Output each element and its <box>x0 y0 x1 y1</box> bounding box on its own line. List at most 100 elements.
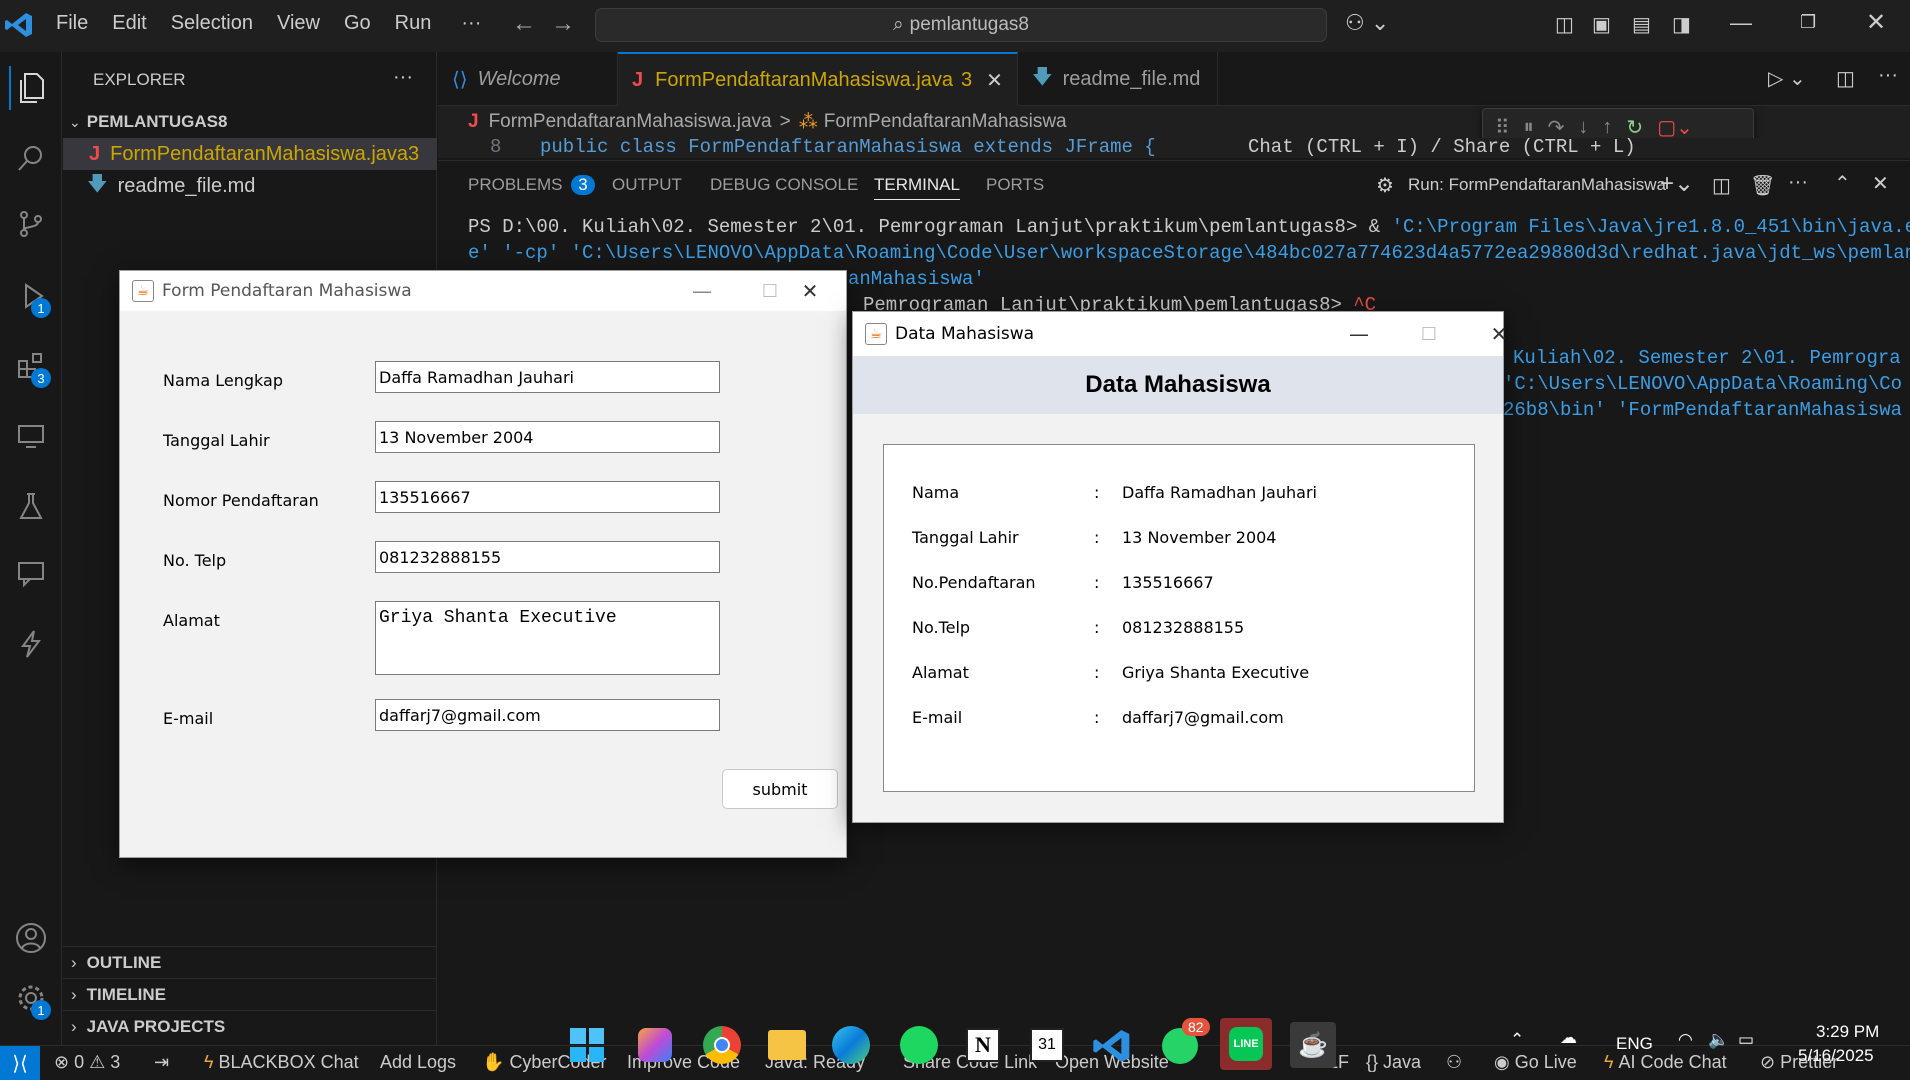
remote-explorer-icon[interactable] <box>9 414 53 458</box>
maximize-icon[interactable]: ☐ <box>1399 314 1459 354</box>
minimize-icon[interactable]: — <box>672 271 732 311</box>
file-explorer-icon[interactable] <box>768 1030 806 1060</box>
pause-icon[interactable]: ⏸ <box>1524 116 1534 139</box>
tab-problems[interactable]: PROBLEMS 3 <box>468 175 595 195</box>
volume-icon[interactable]: 🔈 <box>1708 1030 1729 1050</box>
settings-gear-icon[interactable]: 1 <box>9 976 53 1020</box>
terminal-run-label[interactable]: Run: FormPendaftaranMahasiswa <box>1408 175 1666 195</box>
account-icon[interactable] <box>9 916 53 960</box>
calendar-icon[interactable]: 31 <box>1030 1028 1064 1062</box>
menu-file[interactable]: File <box>44 12 100 35</box>
language-mode[interactable]: {} Java <box>1366 1052 1421 1073</box>
run-debug-icon[interactable]: 1 <box>9 274 53 318</box>
tab-debug-console[interactable]: DEBUG CONSOLE <box>710 175 858 195</box>
folder-pemlantugas8[interactable]: ⌄ PEMLANTUGAS8 <box>63 106 437 138</box>
split-terminal-icon[interactable]: ◫ <box>1712 173 1731 198</box>
clock-date[interactable]: 5/16/2025 <box>1798 1046 1874 1066</box>
input-tanggal-lahir[interactable]: 13 November 2004 <box>375 421 720 453</box>
debug-status-icon[interactable]: ⇥ <box>154 1052 169 1073</box>
menu-more[interactable]: ··· <box>449 12 493 35</box>
whatsapp-icon[interactable]: 82 <box>1162 1018 1210 1064</box>
source-control-icon[interactable] <box>9 202 53 246</box>
restart-icon[interactable]: ↻ <box>1626 115 1643 140</box>
file-readme[interactable]: 🡇 readme_file.md <box>63 170 437 202</box>
notion-icon[interactable]: N <box>966 1028 1000 1062</box>
toggle-sidebar-icon[interactable]: ▣ <box>1592 12 1611 37</box>
tab-form-java[interactable]: J FormPendaftaranMahasiswa.java 3 ✕ <box>618 52 1018 106</box>
forward-arrow-icon[interactable]: → <box>551 10 575 38</box>
extensions-icon[interactable]: 3 <box>9 344 53 388</box>
windows-start-icon[interactable] <box>570 1028 604 1062</box>
breadcrumb-symbol[interactable]: FormPendaftaranMahasiswa <box>824 111 1067 133</box>
split-editor-icon[interactable]: ◫ <box>1836 66 1855 91</box>
tab-output[interactable]: OUTPUT <box>612 175 682 195</box>
add-logs[interactable]: Add Logs <box>380 1052 456 1073</box>
run-icon[interactable]: ▷ ⌄ <box>1768 66 1806 91</box>
language-indicator[interactable]: ENG <box>1616 1034 1653 1054</box>
minimize-icon[interactable]: — <box>1329 314 1389 354</box>
minimize-icon[interactable]: — <box>1730 10 1752 36</box>
input-nama[interactable]: Daffa Ramadhan Jauhari <box>375 361 720 393</box>
input-nomor-pendaftaran[interactable]: 135516667 <box>375 481 720 513</box>
step-over-icon[interactable]: ↷ <box>1548 115 1565 140</box>
submit-button[interactable]: submit <box>722 769 838 809</box>
remote-indicator[interactable]: ⟩⟨ <box>0 1046 40 1080</box>
textarea-alamat[interactable]: Griya Shanta Executive <box>375 601 720 675</box>
trash-icon[interactable]: 🗑 <box>1750 173 1775 198</box>
spotify-icon[interactable] <box>900 1026 938 1064</box>
wifi-icon[interactable]: ◠ <box>1678 1030 1693 1050</box>
problems-status[interactable]: ⊗ 0 ⚠ 3 <box>54 1052 120 1073</box>
edge-icon[interactable] <box>832 1026 870 1064</box>
lightning-icon[interactable] <box>9 622 53 666</box>
breadcrumb-file[interactable]: FormPendaftaranMahasiswa.java <box>489 111 772 133</box>
clock-time[interactable]: 3:29 PM <box>1816 1022 1879 1042</box>
copilot-icon[interactable]: ⚇ ⌄ <box>1345 10 1389 36</box>
menu-selection[interactable]: Selection <box>159 12 265 35</box>
close-icon[interactable]: ✕ <box>780 271 840 311</box>
menu-run[interactable]: Run <box>383 12 444 35</box>
toggle-panel-icon[interactable]: ▤ <box>1632 12 1651 37</box>
back-arrow-icon[interactable]: ← <box>512 10 536 38</box>
input-email[interactable]: daffarj7@gmail.com <box>375 699 720 731</box>
step-out-icon[interactable]: ↑ <box>1602 116 1612 139</box>
search-icon[interactable] <box>9 136 53 180</box>
copilot-status-icon[interactable]: ⚇ <box>1446 1052 1462 1073</box>
explorer-icon[interactable] <box>9 66 53 110</box>
close-icon[interactable]: ✕ <box>986 68 1003 93</box>
more-actions-icon[interactable]: ··· <box>1788 171 1808 194</box>
chrome-icon[interactable] <box>703 1026 741 1064</box>
tab-terminal[interactable]: TERMINAL <box>874 175 960 200</box>
blackbox-chat[interactable]: ϟ BLACKBOX Chat <box>204 1052 359 1073</box>
more-actions-icon[interactable]: ··· <box>1878 64 1898 87</box>
restore-icon[interactable]: ❐ <box>1800 12 1816 33</box>
command-center-search[interactable]: ⌕ pemlantugas8 <box>595 8 1327 42</box>
menu-view[interactable]: View <box>265 12 332 35</box>
section-outline[interactable]: › OUTLINE <box>63 946 437 978</box>
copilot-app-icon[interactable] <box>638 1028 672 1062</box>
input-no-telp[interactable]: 081232888155 <box>375 541 720 573</box>
drag-handle-icon[interactable]: ⠿ <box>1495 115 1510 140</box>
battery-icon[interactable]: ▭ <box>1738 1030 1754 1050</box>
explorer-more-actions[interactable]: ··· <box>393 66 413 89</box>
tab-ports[interactable]: PORTS <box>986 175 1044 195</box>
menu-go[interactable]: Go <box>332 12 383 35</box>
chat-icon[interactable] <box>9 552 53 596</box>
step-into-icon[interactable]: ↓ <box>1578 116 1588 139</box>
testing-icon[interactable] <box>9 484 53 528</box>
section-java-projects[interactable]: › JAVA PROJECTS <box>63 1010 437 1042</box>
tab-welcome[interactable]: ⟨⟩ Welcome <box>438 52 618 106</box>
file-form-java[interactable]: J FormPendaftaranMahasiswa.java 3 <box>63 138 437 170</box>
maximize-panel-icon[interactable]: ⌃ <box>1834 171 1851 196</box>
chevron-up-icon[interactable]: ⌃ <box>1510 1030 1524 1050</box>
close-icon[interactable]: ✕ <box>1469 314 1529 354</box>
stop-icon[interactable]: ▢⌄ <box>1657 115 1693 140</box>
new-terminal-icon[interactable]: +⌄ <box>1660 169 1694 198</box>
tab-readme[interactable]: 🡇 readme_file.md <box>1018 52 1218 106</box>
vscode-taskbar-icon[interactable] <box>1092 1026 1132 1066</box>
onedrive-icon[interactable]: ☁ <box>1560 1028 1577 1048</box>
vscode-logo-icon[interactable] <box>4 10 38 42</box>
close-icon[interactable]: ✕ <box>1866 8 1886 37</box>
java-taskbar-icon[interactable]: ☕ <box>1290 1022 1336 1068</box>
toggle-secondary-sidebar-icon[interactable]: ◨ <box>1672 12 1691 37</box>
line-app-icon[interactable]: LINE <box>1220 1018 1272 1070</box>
